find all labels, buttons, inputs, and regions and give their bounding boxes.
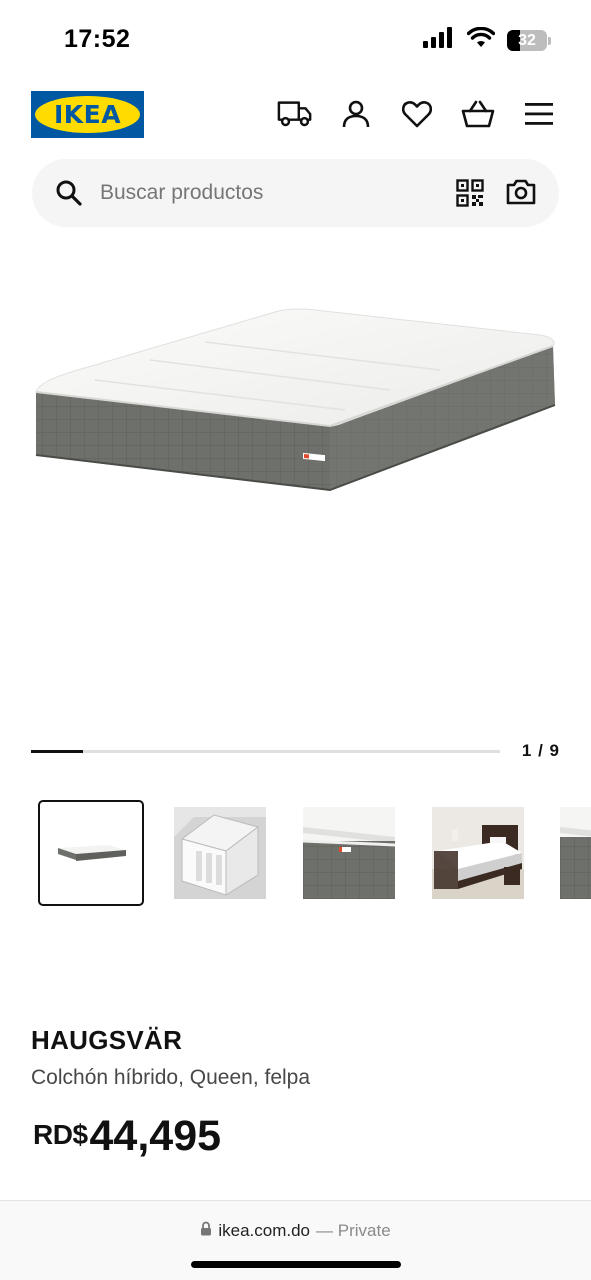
battery-level: 32 <box>518 31 536 49</box>
delivery-truck-icon[interactable] <box>277 96 313 132</box>
shopping-basket-icon[interactable] <box>460 96 496 132</box>
thumbnail-mattress-cutaway[interactable] <box>174 800 280 906</box>
menu-hamburger-icon[interactable] <box>521 96 557 132</box>
cellular-signal-icon <box>423 27 455 54</box>
camera-icon[interactable] <box>506 177 536 212</box>
logo-text: IKEA <box>53 100 122 129</box>
status-icons: 32 <box>423 26 551 54</box>
price-currency: RD$ <box>33 1119 88 1150</box>
battery-icon: 32 <box>507 30 551 51</box>
thumbnail-strip <box>38 800 591 906</box>
home-indicator[interactable] <box>191 1261 401 1268</box>
status-bar: 17:52 32 <box>0 0 591 80</box>
product-price: RD$ 44,495 <box>33 1115 221 1158</box>
ikea-logo[interactable]: IKEA <box>31 91 144 138</box>
url-row[interactable]: ikea.com.do — Private <box>0 1221 591 1241</box>
wifi-icon <box>466 26 496 54</box>
product-main-image[interactable] <box>0 250 591 720</box>
thumbnail-mattress-detail[interactable] <box>303 800 409 906</box>
private-mode-label: — Private <box>316 1221 391 1240</box>
thumbnail-mattress-in-bedroom[interactable] <box>432 800 538 906</box>
search-input[interactable] <box>100 159 430 227</box>
wishlist-heart-icon[interactable] <box>399 96 435 132</box>
search-bar[interactable] <box>32 159 559 227</box>
thumbnail-mattress-partial[interactable] <box>560 800 591 906</box>
gallery-progress-fill <box>31 750 84 753</box>
product-name: HAUGSVÄR <box>31 1025 183 1055</box>
header-icons <box>277 96 557 132</box>
status-time: 17:52 <box>64 25 131 53</box>
search-icon[interactable] <box>55 179 83 212</box>
gallery-page-counter: 1 / 9 <box>521 741 560 760</box>
qr-code-icon[interactable] <box>456 179 484 212</box>
lock-icon <box>200 1221 212 1241</box>
thumbnail-mattress-overview[interactable] <box>38 800 144 906</box>
profile-icon[interactable] <box>338 96 374 132</box>
price-value: 44,495 <box>89 1112 222 1160</box>
url-text: ikea.com.do <box>218 1221 311 1240</box>
site-header: IKEA <box>0 90 591 140</box>
product-description: Colchón híbrido, Queen, felpa <box>31 1066 311 1089</box>
gallery-progress-bar <box>31 750 500 753</box>
browser-address-bar[interactable]: ikea.com.do — Private <box>0 1200 591 1280</box>
